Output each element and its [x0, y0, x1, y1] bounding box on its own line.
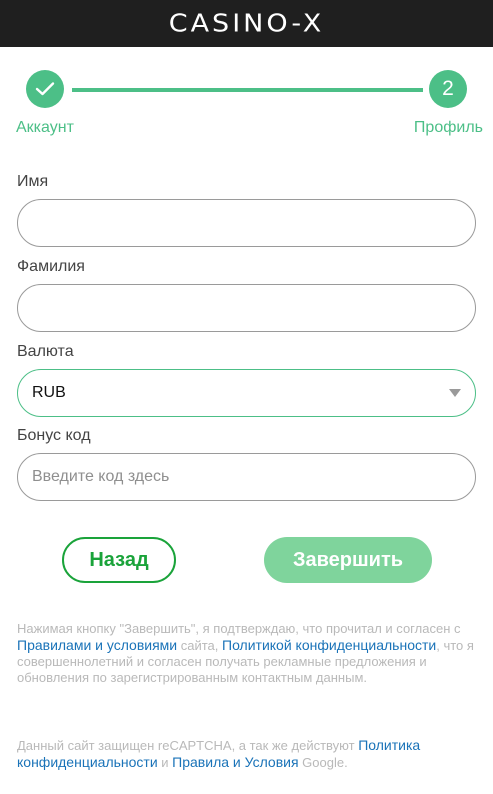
- casino-x-logo[interactable]: CASINO-X: [169, 9, 325, 38]
- step-profile-circle: 2: [429, 70, 467, 108]
- last-name-input[interactable]: [17, 284, 476, 332]
- last-name-label: Фамилия: [17, 258, 85, 275]
- currency-select[interactable]: RUB: [17, 369, 476, 417]
- google-terms-link[interactable]: Правила и Условия: [172, 754, 298, 770]
- top-bar: CASINO-X: [0, 0, 493, 47]
- currency-selected-value: RUB: [32, 384, 66, 401]
- step-account-circle[interactable]: [26, 70, 64, 108]
- bonus-code-label: Бонус код: [17, 427, 91, 444]
- terms-notice: Нажимая кнопку "Завершить", я подтвержда…: [17, 621, 477, 686]
- terms-text-1: Нажимая кнопку "Завершить", я подтвержда…: [17, 621, 461, 636]
- recaptcha-text-2: и: [157, 755, 173, 770]
- bonus-code-input[interactable]: [17, 453, 476, 501]
- currency-label: Валюта: [17, 343, 74, 360]
- recaptcha-text-3: Google.: [298, 755, 348, 770]
- back-button[interactable]: Назад: [62, 537, 176, 583]
- stepper-progress-line: [72, 88, 423, 92]
- recaptcha-text-1: Данный сайт защищен reCAPTCHA, а так же …: [17, 738, 359, 753]
- recaptcha-notice: Данный сайт защищен reCAPTCHA, а так же …: [17, 737, 477, 771]
- finish-button[interactable]: Завершить: [264, 537, 432, 583]
- terms-conditions-link[interactable]: Правилами и условиями: [17, 637, 177, 653]
- registration-stepper: 2 Аккаунт Профиль: [0, 70, 493, 140]
- privacy-policy-link[interactable]: Политикой конфиденциальности: [222, 637, 436, 653]
- chevron-down-icon: [449, 389, 461, 397]
- step-profile-label: Профиль: [413, 119, 483, 136]
- first-name-input[interactable]: [17, 199, 476, 247]
- check-icon: [35, 82, 55, 96]
- step-account-label[interactable]: Аккаунт: [16, 119, 74, 137]
- first-name-label: Имя: [17, 173, 49, 190]
- terms-text-2: сайта,: [177, 638, 223, 653]
